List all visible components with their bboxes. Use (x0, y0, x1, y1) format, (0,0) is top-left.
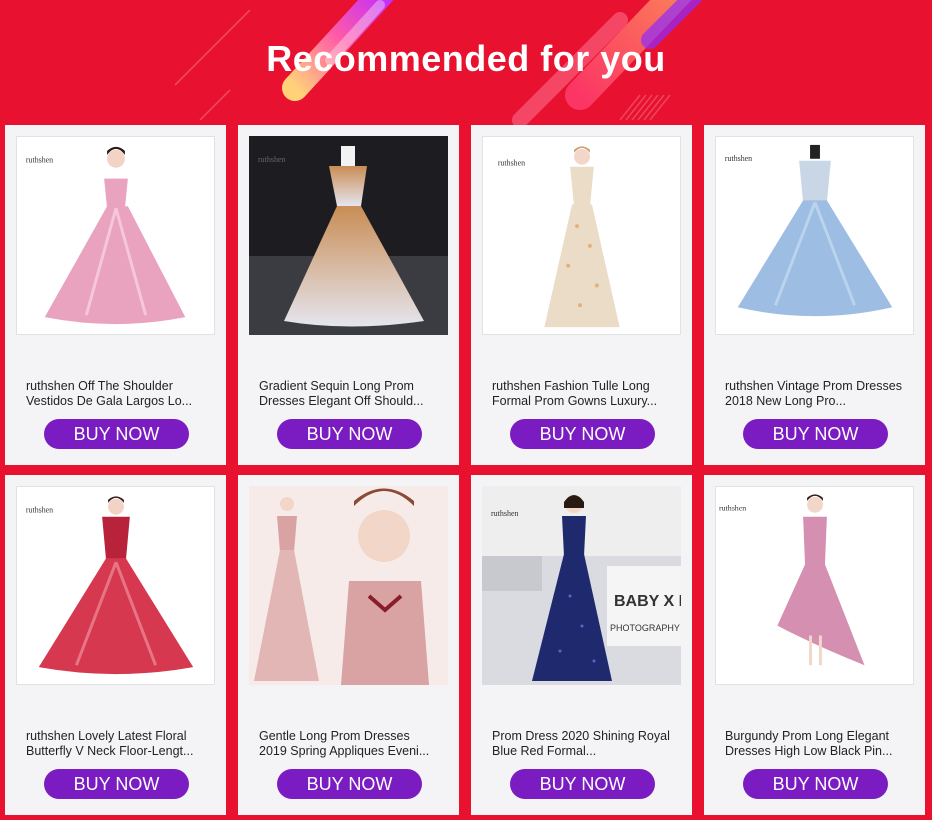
product-card[interactable]: BABY X N PHOTOGRAPHY ruthshen Prom Dress… (471, 475, 692, 815)
svg-text:ruthshen: ruthshen (26, 156, 53, 165)
pink-high-low-dress-icon: ruthshen (716, 487, 913, 684)
product-image[interactable]: ruthshen (715, 486, 914, 685)
blush-appliques-gown-icon (249, 486, 448, 685)
product-title[interactable]: Gentle Long Prom Dresses 2019 Spring App… (259, 729, 441, 759)
product-card[interactable]: ruthshen Gradient Sequin Long Prom Dress… (238, 125, 459, 465)
product-image[interactable]: ruthshen (482, 136, 681, 335)
product-image[interactable] (249, 486, 448, 685)
royal-blue-gown-icon: BABY X N PHOTOGRAPHY ruthshen (482, 486, 681, 685)
hero-banner: Recommended for you (0, 0, 932, 125)
buy-now-button[interactable]: BUY NOW (44, 769, 189, 799)
buy-now-button[interactable]: BUY NOW (743, 419, 888, 449)
page-title: Recommended for you (266, 38, 666, 79)
product-title[interactable]: Gradient Sequin Long Prom Dresses Elegan… (259, 379, 441, 409)
product-card[interactable]: ruthshen ruthshen Fashion Tulle Long For… (471, 125, 692, 465)
product-title[interactable]: Prom Dress 2020 Shining Royal Blue Red F… (492, 729, 674, 759)
buy-now-button[interactable]: BUY NOW (510, 769, 655, 799)
svg-text:ruthshen: ruthshen (26, 506, 53, 515)
svg-text:ruthshen: ruthshen (719, 504, 746, 513)
product-title[interactable]: ruthshen Off The Shoulder Vestidos De Ga… (26, 379, 208, 409)
product-title[interactable]: ruthshen Vintage Prom Dresses 2018 New L… (725, 379, 907, 409)
svg-text:BABY X N: BABY X N (614, 593, 681, 610)
product-card[interactable]: Gentle Long Prom Dresses 2019 Spring App… (238, 475, 459, 815)
buy-now-button[interactable]: BUY NOW (277, 419, 422, 449)
buy-now-button[interactable]: BUY NOW (44, 419, 189, 449)
buy-now-button[interactable]: BUY NOW (277, 769, 422, 799)
product-title[interactable]: ruthshen Fashion Tulle Long Formal Prom … (492, 379, 674, 409)
product-card[interactable]: ruthshen ruthshen Vintage Prom Dresses 2… (704, 125, 925, 465)
product-card[interactable]: ruthshen ruthshen Lovely Latest Floral B… (5, 475, 226, 815)
buy-now-button[interactable]: BUY NOW (510, 419, 655, 449)
product-title[interactable]: Burgundy Prom Long Elegant Dresses High … (725, 729, 907, 759)
svg-text:ruthshen: ruthshen (491, 509, 519, 518)
product-title[interactable]: ruthshen Lovely Latest Floral Butterfly … (26, 729, 208, 759)
product-image[interactable]: ruthshen (249, 136, 448, 335)
floral-tulle-gown-icon: ruthshen (483, 137, 680, 334)
gradient-sequin-gown-icon: ruthshen (249, 136, 448, 335)
svg-text:ruthshen: ruthshen (725, 154, 752, 163)
pink-ball-gown-icon: ruthshen (17, 137, 214, 334)
svg-text:ruthshen: ruthshen (498, 159, 525, 168)
product-image[interactable]: ruthshen (715, 136, 914, 335)
red-ball-gown-icon: ruthshen (17, 487, 214, 684)
blue-ball-gown-icon: ruthshen (716, 137, 913, 334)
svg-text:ruthshen: ruthshen (258, 155, 286, 164)
product-card[interactable]: ruthshen ruthshen Off The Shoulder Vesti… (5, 125, 226, 465)
product-image[interactable]: ruthshen (16, 486, 215, 685)
svg-text:PHOTOGRAPHY: PHOTOGRAPHY (610, 623, 680, 633)
buy-now-button[interactable]: BUY NOW (743, 769, 888, 799)
product-card[interactable]: ruthshen Burgundy Prom Long Elegant Dres… (704, 475, 925, 815)
product-image[interactable]: ruthshen (16, 136, 215, 335)
product-image[interactable]: BABY X N PHOTOGRAPHY ruthshen (482, 486, 681, 685)
